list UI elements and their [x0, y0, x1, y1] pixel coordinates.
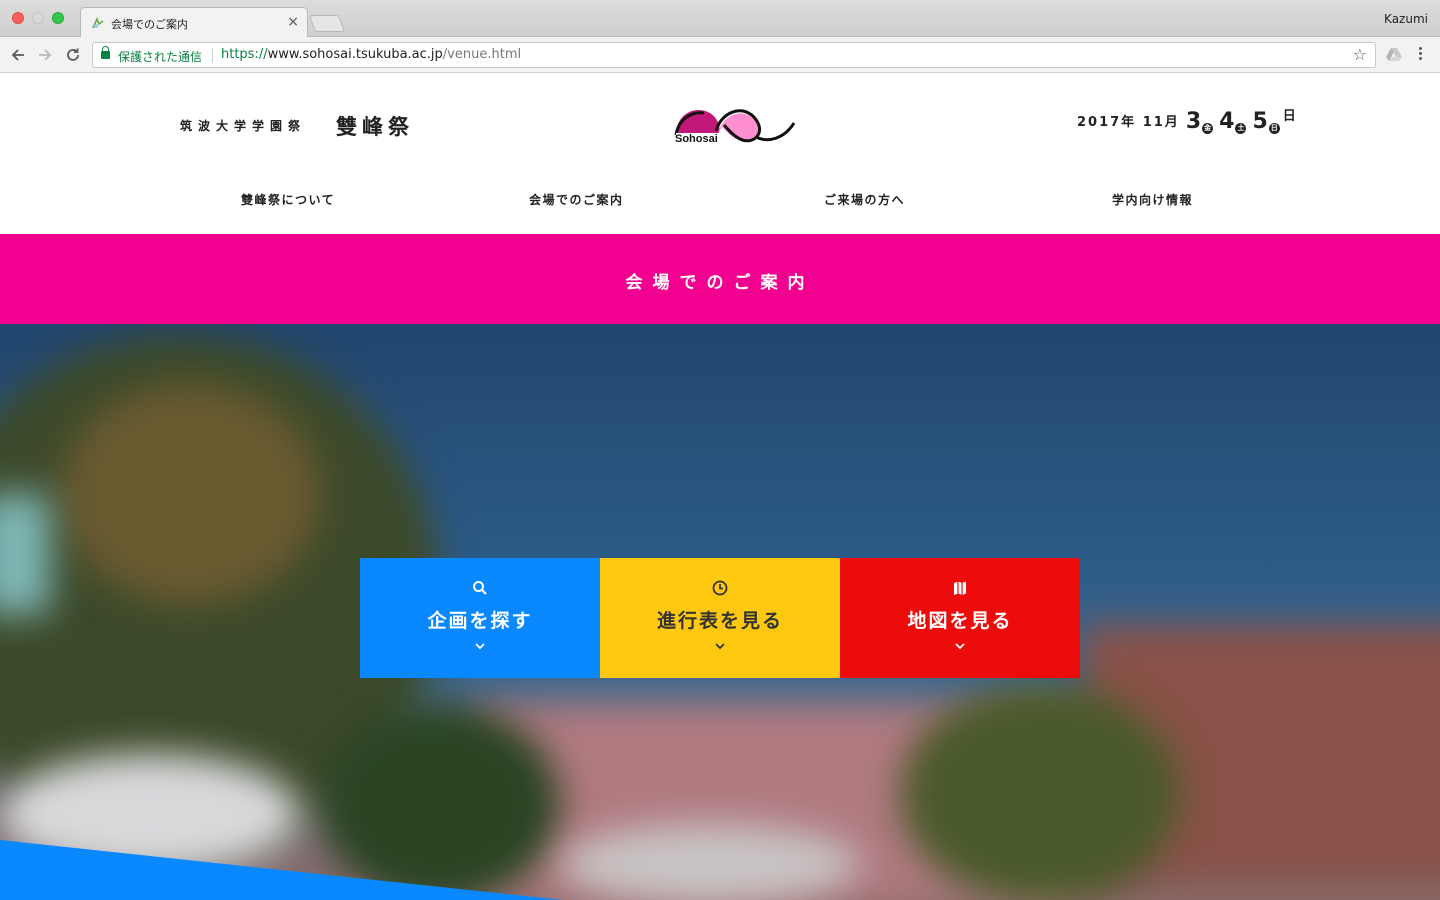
browser-tab[interactable]: 会場でのご案内 ×	[80, 7, 308, 37]
map-icon	[954, 581, 966, 595]
date-day-1: 3	[1185, 109, 1202, 134]
find-events-button[interactable]: 企画を探す	[360, 558, 600, 678]
nav-item-visitors[interactable]: ご来場の方へ	[824, 191, 905, 208]
site-header: 筑波大学学園祭 雙峰祭 Sohosai 2017年 11月 3 金 4 土 5 日日 雙峰祭…	[0, 73, 1440, 234]
chevron-down-icon	[475, 643, 485, 650]
quick-links: 企画を探す 進行表を見る 地図を見る	[360, 558, 1080, 678]
url-host: www.sohosai.tsukuba.ac.jp	[267, 47, 443, 62]
forward-button[interactable]	[35, 45, 55, 65]
tab-close-icon[interactable]: ×	[287, 14, 299, 30]
weekday-badge-3: 日	[1268, 123, 1280, 134]
url-text[interactable]: https://www.sohosai.tsukuba.ac.jp/venue.…	[221, 47, 521, 62]
search-icon	[473, 581, 487, 595]
logo-text: Sohosai	[675, 133, 718, 145]
reload-button[interactable]	[63, 45, 83, 65]
url-scheme: https://	[221, 47, 268, 62]
clock-icon	[712, 580, 728, 596]
arrow-left-icon	[11, 49, 24, 61]
view-schedule-label: 進行表を見る	[656, 610, 783, 632]
lock-icon	[101, 46, 110, 59]
browser-tab-bar: 会場でのご案内 × Kazumi	[0, 0, 1440, 37]
chevron-down-icon	[715, 643, 725, 650]
page-title-band: 会場でのご案内	[0, 234, 1440, 324]
weekday-badge-2: 土	[1235, 123, 1247, 134]
kebab-menu-icon[interactable]	[1417, 46, 1423, 64]
global-nav: 雙峰祭について 会場でのご案内 ご来場の方へ 学内向け情報	[0, 191, 1440, 211]
decorative-blue-stripe	[0, 840, 563, 900]
date-year-month: 2017年 11月	[1077, 115, 1180, 130]
date-day-3: 5	[1252, 109, 1268, 134]
date-suffix: 日	[1282, 109, 1296, 124]
minimize-window-button[interactable]	[32, 12, 44, 24]
profile-name[interactable]: Kazumi	[1384, 12, 1428, 26]
address-bar[interactable]: 保護された通信 https://www.sohosai.tsukuba.ac.j…	[92, 42, 1376, 68]
sohosai-logo[interactable]: Sohosai	[672, 99, 796, 149]
festival-date: 2017年 11月 3 金 4 土 5 日日	[1077, 109, 1296, 139]
omnibox-divider	[212, 48, 213, 63]
secure-label: 保護された通信	[118, 50, 203, 64]
nav-item-about[interactable]: 雙峰祭について	[241, 191, 335, 208]
university-name: 筑波大学学園祭	[180, 119, 307, 133]
blurred-tent	[0, 494, 50, 614]
hero-section: 企画を探す 進行表を見る 地図を見る	[0, 324, 1440, 900]
favicon-icon	[92, 16, 104, 29]
tab-title: 会場でのご案内	[111, 18, 188, 31]
view-map-button[interactable]: 地図を見る	[840, 558, 1080, 678]
maximize-window-button[interactable]	[52, 12, 64, 24]
drive-extension-icon[interactable]	[1386, 47, 1402, 61]
nav-item-internal-info[interactable]: 学内向け情報	[1112, 191, 1193, 208]
date-day-2: 4	[1219, 109, 1235, 134]
reload-icon	[67, 48, 79, 61]
url-path: /venue.html	[442, 47, 522, 62]
blurred-foliage	[60, 384, 320, 604]
arrow-right-icon	[39, 49, 52, 61]
close-window-button[interactable]	[12, 12, 24, 24]
blurred-trees-right	[900, 684, 1180, 900]
browser-toolbar: 保護された通信 https://www.sohosai.tsukuba.ac.j…	[0, 37, 1440, 73]
weekday-badge-1: 金	[1202, 123, 1214, 134]
view-map-label: 地図を見る	[907, 610, 1013, 632]
nav-item-venue-guide[interactable]: 会場でのご案内	[529, 191, 624, 208]
new-tab-button[interactable]	[308, 15, 346, 32]
back-button[interactable]	[8, 45, 28, 65]
blurred-tent-white	[560, 824, 860, 900]
find-events-label: 企画を探す	[427, 610, 533, 632]
chevron-down-icon	[955, 643, 965, 650]
star-icon[interactable]: ☆	[1353, 45, 1367, 64]
festival-name[interactable]: 雙峰祭	[336, 111, 414, 141]
view-schedule-button[interactable]: 進行表を見る	[600, 558, 840, 678]
page-title: 会場でのご案内	[625, 273, 815, 293]
